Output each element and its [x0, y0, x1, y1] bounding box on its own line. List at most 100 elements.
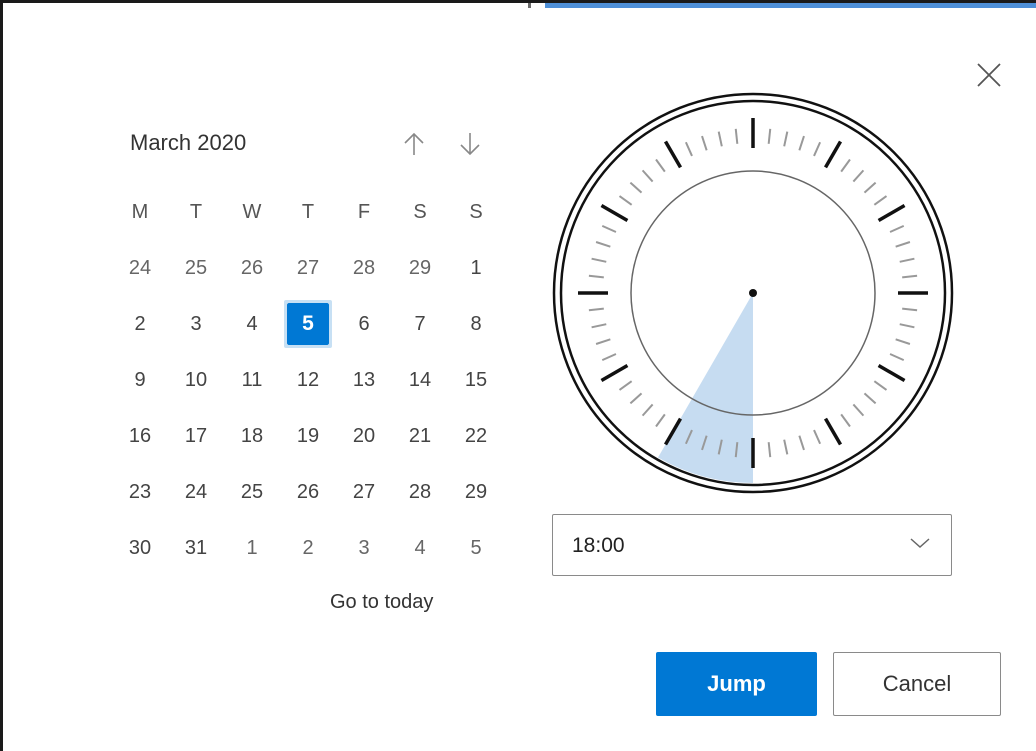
- chevron-down-icon: [910, 538, 930, 549]
- weekday-header: M: [131, 200, 149, 223]
- weekday-header: T: [189, 200, 203, 223]
- calendar-day[interactable]: 6: [336, 296, 392, 352]
- calendar-day[interactable]: 28: [336, 240, 392, 296]
- calendar-day[interactable]: 4: [392, 520, 448, 576]
- calendar-day[interactable]: 21: [392, 408, 448, 464]
- calendar-day[interactable]: 2: [112, 296, 168, 352]
- clock-minute-tick: [591, 323, 607, 329]
- calendar-day[interactable]: 22: [448, 408, 504, 464]
- calendar-day[interactable]: 27: [280, 240, 336, 296]
- calendar-day[interactable]: 20: [336, 408, 392, 464]
- calendar-day[interactable]: 16: [112, 408, 168, 464]
- clock-minute-tick: [902, 274, 918, 279]
- clock-minute-tick: [629, 392, 643, 405]
- clock-minute-tick: [684, 141, 693, 157]
- clock-minute-tick: [717, 131, 723, 147]
- calendar-day[interactable]: 28: [392, 464, 448, 520]
- weekday-header: S: [413, 200, 427, 223]
- calendar-day[interactable]: 5: [448, 520, 504, 576]
- clock-minute-tick: [852, 169, 865, 183]
- clock-hour-tick: [663, 140, 683, 169]
- selected-day-ring: 5: [284, 300, 332, 348]
- clock-minute-tick: [899, 323, 915, 329]
- weekday-header: W: [242, 200, 262, 223]
- clock-minute-tick: [783, 131, 789, 147]
- clock-minute-tick: [591, 257, 607, 263]
- clock-minute-tick: [840, 158, 851, 173]
- clock-minute-tick: [595, 241, 611, 248]
- month-label: March 2020: [130, 130, 247, 155]
- clock-face[interactable]: [552, 92, 954, 494]
- calendar-day[interactable]: 29: [392, 240, 448, 296]
- clock-minute-tick: [601, 353, 617, 362]
- calendar-day-selected[interactable]: 5: [280, 296, 336, 352]
- calendar-day[interactable]: 10: [168, 352, 224, 408]
- clock-minute-tick: [588, 307, 604, 312]
- clock-minute-tick: [798, 135, 805, 151]
- go-to-today-link[interactable]: Go to today: [330, 591, 433, 614]
- calendar-day[interactable]: 2: [280, 520, 336, 576]
- close-icon: [977, 63, 1001, 87]
- clock-minute-tick: [798, 435, 805, 451]
- clock-hour-tick: [600, 363, 629, 383]
- clock-minute-tick: [873, 380, 888, 391]
- clock-minute-tick: [852, 403, 865, 417]
- clock-minute-tick: [734, 128, 739, 144]
- clock-minute-tick: [813, 141, 822, 157]
- calendar-day[interactable]: 15: [448, 352, 504, 408]
- calendar-day[interactable]: 14: [392, 352, 448, 408]
- calendar-day[interactable]: 7: [392, 296, 448, 352]
- calendar-day[interactable]: 26: [224, 240, 280, 296]
- calendar-day[interactable]: 19: [280, 408, 336, 464]
- calendar-day[interactable]: 25: [168, 240, 224, 296]
- calendar-day[interactable]: 24: [168, 464, 224, 520]
- jump-button[interactable]: Jump: [656, 652, 817, 716]
- time-dropdown[interactable]: 18:00: [552, 514, 952, 576]
- selected-time-sector: [658, 293, 753, 483]
- calendar-day[interactable]: 24: [112, 240, 168, 296]
- arrow-down-icon: [460, 133, 480, 156]
- clock-minute-tick: [655, 413, 666, 428]
- clock-minute-tick: [641, 169, 654, 183]
- next-month-button[interactable]: [454, 126, 486, 162]
- calendar-day[interactable]: 11: [224, 352, 280, 408]
- calendar-day[interactable]: 26: [280, 464, 336, 520]
- background-window-strip: [515, 3, 1036, 8]
- clock-minute-tick: [655, 158, 666, 173]
- calendar-day[interactable]: 29: [448, 464, 504, 520]
- calendar-day[interactable]: 12: [280, 352, 336, 408]
- calendar-day[interactable]: 3: [168, 296, 224, 352]
- weekday-header: F: [357, 200, 371, 223]
- calendar-day[interactable]: 27: [336, 464, 392, 520]
- calendar-day[interactable]: 18: [224, 408, 280, 464]
- background-window-mark: [528, 3, 531, 8]
- clock-minute-tick: [873, 195, 888, 206]
- clock-minute-tick: [895, 241, 911, 248]
- calendar-day[interactable]: 3: [336, 520, 392, 576]
- clock-minute-tick: [629, 181, 643, 194]
- clock-hour-tick: [877, 203, 906, 223]
- calendar-day[interactable]: 8: [448, 296, 504, 352]
- calendar-day[interactable]: 4: [224, 296, 280, 352]
- calendar-day[interactable]: 30: [112, 520, 168, 576]
- calendar-day[interactable]: 1: [224, 520, 280, 576]
- previous-month-button[interactable]: [398, 126, 430, 162]
- clock-minute-tick: [899, 257, 915, 263]
- clock-minute-tick: [813, 429, 822, 445]
- clock-minute-tick: [595, 338, 611, 345]
- calendar-day[interactable]: 1: [448, 240, 504, 296]
- clock-minute-tick: [783, 439, 789, 455]
- calendar-day[interactable]: 17: [168, 408, 224, 464]
- clock-minute-tick: [641, 403, 654, 417]
- calendar-day[interactable]: 23: [112, 464, 168, 520]
- calendar-day[interactable]: 31: [168, 520, 224, 576]
- clock-minute-tick: [618, 195, 633, 206]
- calendar-grid: M T W T F S S 24 25 26 27 28 29 1 2 3 4 …: [112, 184, 504, 576]
- close-button[interactable]: [970, 56, 1008, 94]
- calendar-day[interactable]: 25: [224, 464, 280, 520]
- calendar-day[interactable]: 13: [336, 352, 392, 408]
- cancel-button[interactable]: Cancel: [833, 652, 1001, 716]
- clock-minute-tick: [618, 380, 633, 391]
- weekday-header: T: [301, 200, 315, 223]
- calendar-day[interactable]: 9: [112, 352, 168, 408]
